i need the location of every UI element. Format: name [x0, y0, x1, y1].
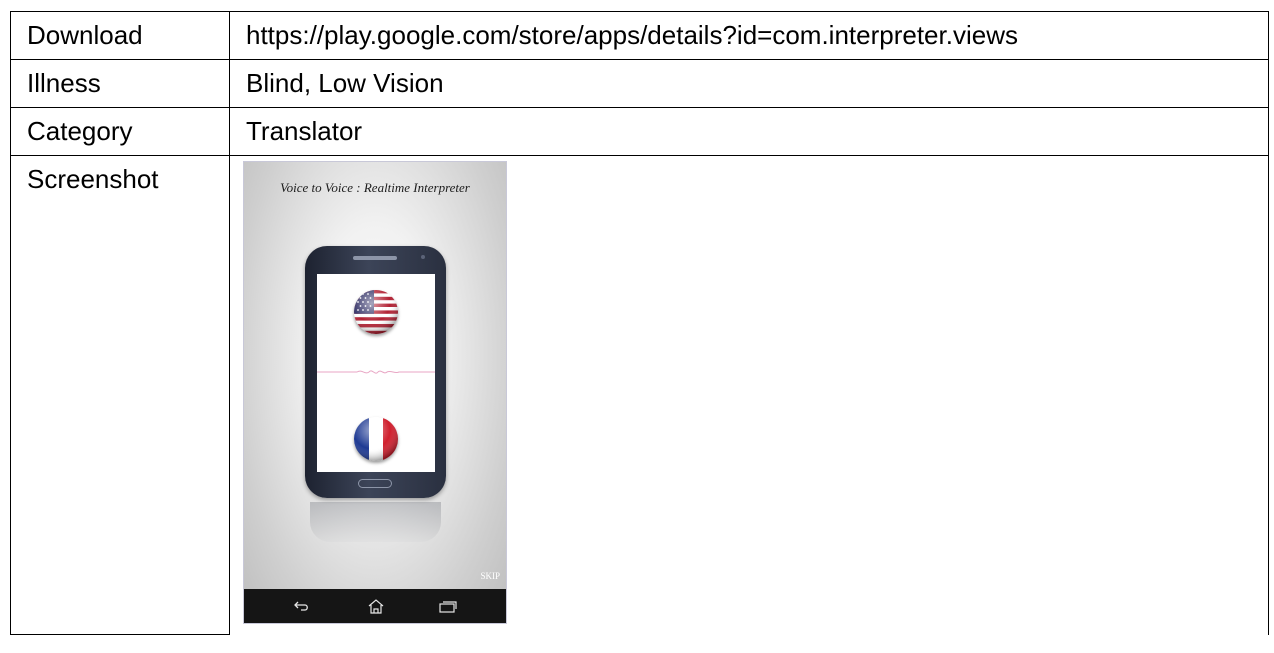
phone-home-button — [358, 479, 392, 488]
category-value: Translator — [229, 107, 1269, 156]
phone-illustration — [305, 246, 446, 498]
illness-label: Illness — [10, 59, 230, 108]
skip-button[interactable]: SKIP — [480, 571, 500, 581]
category-label: Category — [10, 107, 230, 156]
illness-value: Blind, Low Vision — [229, 59, 1269, 108]
phone-screen — [317, 274, 435, 472]
download-label: Download — [10, 11, 230, 60]
table-row-screenshot: Screenshot Voice to Voice : Realtime Int… — [10, 155, 1269, 635]
app-title: Voice to Voice : Realtime Interpreter — [280, 180, 470, 195]
table-row-category: Category Translator — [10, 107, 1269, 156]
table-row-download: Download https://play.google.com/store/a… — [10, 11, 1269, 60]
app-info-table: Download https://play.google.com/store/a… — [10, 11, 1269, 635]
back-icon[interactable] — [282, 589, 322, 623]
voice-wave-icon — [317, 370, 435, 374]
screenshot-label: Screenshot — [10, 155, 230, 635]
phone-speaker — [353, 256, 397, 260]
france-flag-icon[interactable] — [354, 417, 398, 461]
phone-reflection — [310, 502, 441, 542]
home-icon[interactable] — [356, 589, 396, 623]
us-flag-icon[interactable] — [354, 290, 398, 334]
recent-apps-icon[interactable] — [428, 589, 468, 623]
table-row-illness: Illness Blind, Low Vision — [10, 59, 1269, 108]
screenshot-cell: Voice to Voice : Realtime Interpreter SK… — [229, 155, 1269, 635]
app-screenshot-image: Voice to Voice : Realtime Interpreter SK… — [243, 161, 507, 624]
download-url[interactable]: https://play.google.com/store/apps/detai… — [229, 11, 1269, 60]
phone-camera — [421, 255, 425, 259]
android-navigation-bar — [244, 589, 506, 623]
